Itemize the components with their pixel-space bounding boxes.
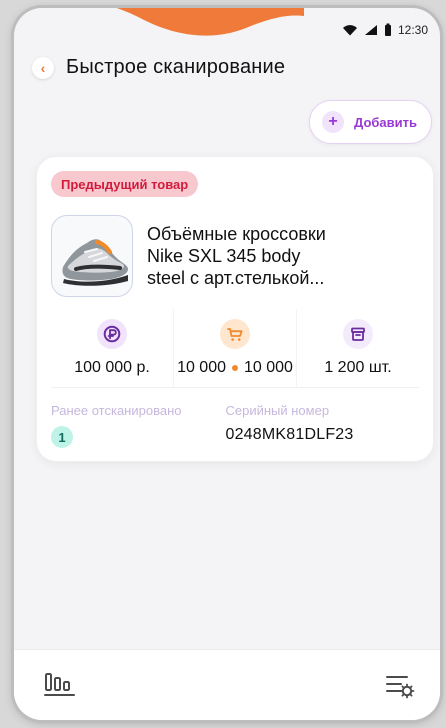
battery-icon bbox=[384, 23, 392, 37]
archive-box-icon bbox=[343, 319, 373, 349]
scan-info: Ранее отсканировано 1 Серийный номер 024… bbox=[51, 403, 419, 455]
scanned-info: Ранее отсканировано 1 bbox=[51, 403, 181, 455]
scanned-count: 1 bbox=[51, 426, 73, 448]
serial-label: Серийный номер bbox=[225, 403, 330, 418]
product-title: Объёмные кроссовки Nike SXL 345 body ste… bbox=[147, 224, 326, 288]
clock: 12:30 bbox=[397, 23, 428, 37]
cart-icon bbox=[220, 319, 250, 349]
plus-icon: + bbox=[322, 111, 345, 133]
shoe-image bbox=[62, 239, 129, 286]
back-button[interactable]: ‹ bbox=[32, 56, 54, 79]
serial-info: Серийный номер 0248MK81DLF23 bbox=[225, 403, 353, 455]
previous-item-badge: Предыдущий товар bbox=[51, 171, 199, 197]
stat-quantity: 1 200 шт. bbox=[296, 309, 419, 387]
product-thumbnail[interactable] bbox=[51, 215, 133, 297]
stat-cart: 10 000 10 000 bbox=[173, 309, 296, 387]
serial-value: 0248MK81DLF23 bbox=[225, 426, 354, 443]
quantity-value: 1 200 шт. bbox=[324, 359, 392, 376]
separator-dot bbox=[232, 365, 238, 371]
wifi-icon bbox=[342, 24, 358, 36]
cart-left-value: 10 000 bbox=[177, 359, 226, 376]
scanned-label: Ранее отсканировано bbox=[51, 403, 182, 418]
stat-price: 100 000 р. bbox=[51, 309, 173, 387]
signal-icon bbox=[364, 24, 378, 36]
add-button[interactable]: + Добавить bbox=[309, 100, 432, 144]
status-bar: 12:30 bbox=[342, 18, 428, 42]
page-title: Быстрое сканирование bbox=[66, 56, 286, 78]
product-row: Объёмные кроссовки Nike SXL 345 body ste… bbox=[51, 213, 419, 299]
ruble-coin-icon bbox=[97, 319, 127, 349]
add-button-label: Добавить bbox=[354, 114, 417, 130]
bar-chart-icon[interactable] bbox=[42, 670, 78, 700]
cart-right-value: 10 000 bbox=[244, 359, 293, 376]
product-stats: 100 000 р. 10 000 10 000 1 200 шт. bbox=[51, 309, 419, 388]
product-card[interactable]: Предыдущий товар Объёмные кроссовки Nike… bbox=[36, 156, 434, 462]
cart-values: 10 000 10 000 bbox=[177, 359, 293, 377]
list-settings-icon[interactable] bbox=[382, 668, 418, 702]
phone-screen: 12:30 ‹ Быстрое сканирование + Добавить … bbox=[14, 8, 440, 720]
back-icon: ‹ bbox=[40, 59, 46, 76]
price-value: 100 000 р. bbox=[74, 359, 150, 376]
bottom-navigation bbox=[14, 649, 440, 720]
top-bar: ‹ Быстрое сканирование bbox=[32, 56, 285, 79]
